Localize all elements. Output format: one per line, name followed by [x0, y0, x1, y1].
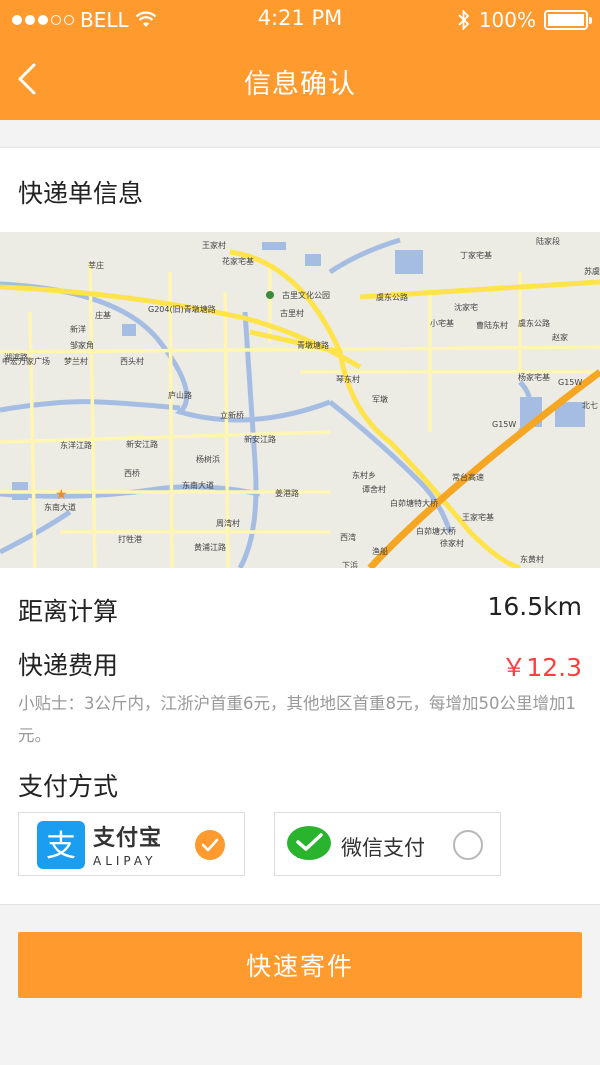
- map-canvas: ★: [0, 232, 600, 568]
- map-label: 谭舍村: [362, 485, 386, 494]
- map-label: 徐家村: [440, 539, 464, 548]
- distance-label: 距离计算: [18, 597, 119, 626]
- battery-icon: [544, 10, 592, 30]
- svg-text:支: 支: [46, 829, 76, 864]
- map-label: 虞东公路: [376, 293, 408, 302]
- map-label: 庄基: [95, 311, 111, 320]
- order-section-title: 快递单信息: [18, 179, 144, 208]
- map-label: 小宅基: [430, 319, 454, 328]
- map-label: 东村乡: [352, 471, 376, 480]
- map-label: G15W: [558, 378, 583, 387]
- check-unselected-icon[interactable]: [453, 830, 483, 860]
- route-map[interactable]: ★ 王家村 花家宅基 古里文化公园 古里村 青墩塘路 G204(旧)青墩塘路 琴…: [0, 232, 600, 568]
- fee-tip: 小贴士：3公斤内，江浙沪首重6元，其他地区首重8元，每增加50公里增加1元。: [18, 694, 576, 745]
- map-label: 杨家宅基: [518, 373, 550, 382]
- map-label: 邹家角: [70, 341, 94, 350]
- map-label: 军墩: [372, 395, 388, 404]
- map-label: 西头村: [120, 357, 144, 366]
- map-label: 王家村: [202, 241, 226, 250]
- battery-percent: 100%: [478, 8, 536, 32]
- map-label: 东南大道: [44, 503, 76, 512]
- map-label: 梦兰村: [64, 357, 88, 366]
- header-bar: BELL 4:21 PM 100% 信息确认: [0, 0, 600, 120]
- map-label: G204(旧)青墩塘路: [148, 305, 216, 314]
- distance-value: 16.5km: [487, 592, 583, 621]
- map-label: 赵家: [552, 333, 568, 342]
- map-label: 北七: [582, 401, 598, 410]
- map-label: G15W: [492, 420, 517, 429]
- map-label: 虞东公路: [518, 319, 550, 328]
- map-label: 新洋: [70, 325, 86, 334]
- map-label: 姜港路: [275, 489, 299, 498]
- map-label: 下浜: [342, 561, 358, 568]
- map-label: 西湾: [340, 533, 356, 542]
- payment-method-label: 支付方式: [18, 772, 119, 801]
- map-label: 新安江路: [244, 435, 276, 444]
- map-label: 琴东村: [336, 375, 360, 384]
- map-label: 东南大道: [182, 481, 214, 490]
- wechat-logo-icon: [287, 826, 331, 860]
- map-label: 青墩塘路: [297, 341, 329, 350]
- bluetooth-icon: [458, 9, 470, 31]
- check-selected-icon[interactable]: [195, 830, 225, 860]
- map-label: 丁家宅基: [460, 251, 492, 260]
- map-label: 白茆塘大桥: [416, 527, 456, 536]
- quick-send-button[interactable]: 快速寄件: [18, 932, 582, 998]
- wechat-pay-option[interactable]: 微信支付: [274, 812, 501, 876]
- alipay-logo-icon: 支: [37, 821, 85, 869]
- alipay-option[interactable]: 支 支付宝 ALIPAY: [18, 812, 245, 876]
- status-bar: BELL 4:21 PM 100%: [0, 0, 600, 40]
- map-label: 沈家宅: [454, 303, 478, 312]
- wechat-pay-name: 微信支付: [341, 836, 425, 860]
- map-label: 中宏万家广场: [2, 357, 50, 366]
- map-label: 古里村: [280, 309, 304, 318]
- page-title: 信息确认: [244, 69, 356, 100]
- map-label: 陆家段: [536, 237, 560, 246]
- map-label: 渔船: [372, 547, 388, 556]
- map-label: 王家宅基: [462, 513, 494, 522]
- map-label: 黄浦江路: [194, 543, 226, 552]
- map-label: 东黄村: [520, 555, 544, 564]
- map-label: 常台高速: [452, 473, 484, 482]
- fee-label: 快递费用: [18, 651, 119, 680]
- map-label: 曹陆东村: [476, 321, 508, 330]
- map-label: 打牲港: [118, 535, 142, 544]
- map-label: 古里文化公园: [282, 291, 330, 300]
- order-card: 快递单信息 ★ 王家村 花家宅基 古里文化公园 古里村 青墩塘路 G204(旧)…: [0, 147, 600, 905]
- map-label: 白茆塘特大桥: [390, 499, 438, 508]
- map-label: 花家宅基: [222, 257, 254, 266]
- map-label: 苏虞张: [584, 267, 600, 276]
- svg-text:★: ★: [55, 487, 68, 503]
- alipay-sub: ALIPAY: [93, 854, 157, 868]
- map-label: 立新桥: [220, 411, 244, 420]
- map-label: 周湾村: [216, 519, 240, 528]
- map-label: 西桥: [124, 469, 140, 478]
- map-label: 新安江路: [126, 440, 158, 449]
- fee-value: ￥12.3: [501, 653, 582, 682]
- map-label: 莘庄: [88, 261, 104, 270]
- map-label: 杨树浜: [196, 455, 220, 464]
- map-label: 东洋江路: [60, 441, 92, 450]
- map-label: 庐山路: [168, 391, 192, 400]
- alipay-name: 支付宝: [93, 826, 163, 851]
